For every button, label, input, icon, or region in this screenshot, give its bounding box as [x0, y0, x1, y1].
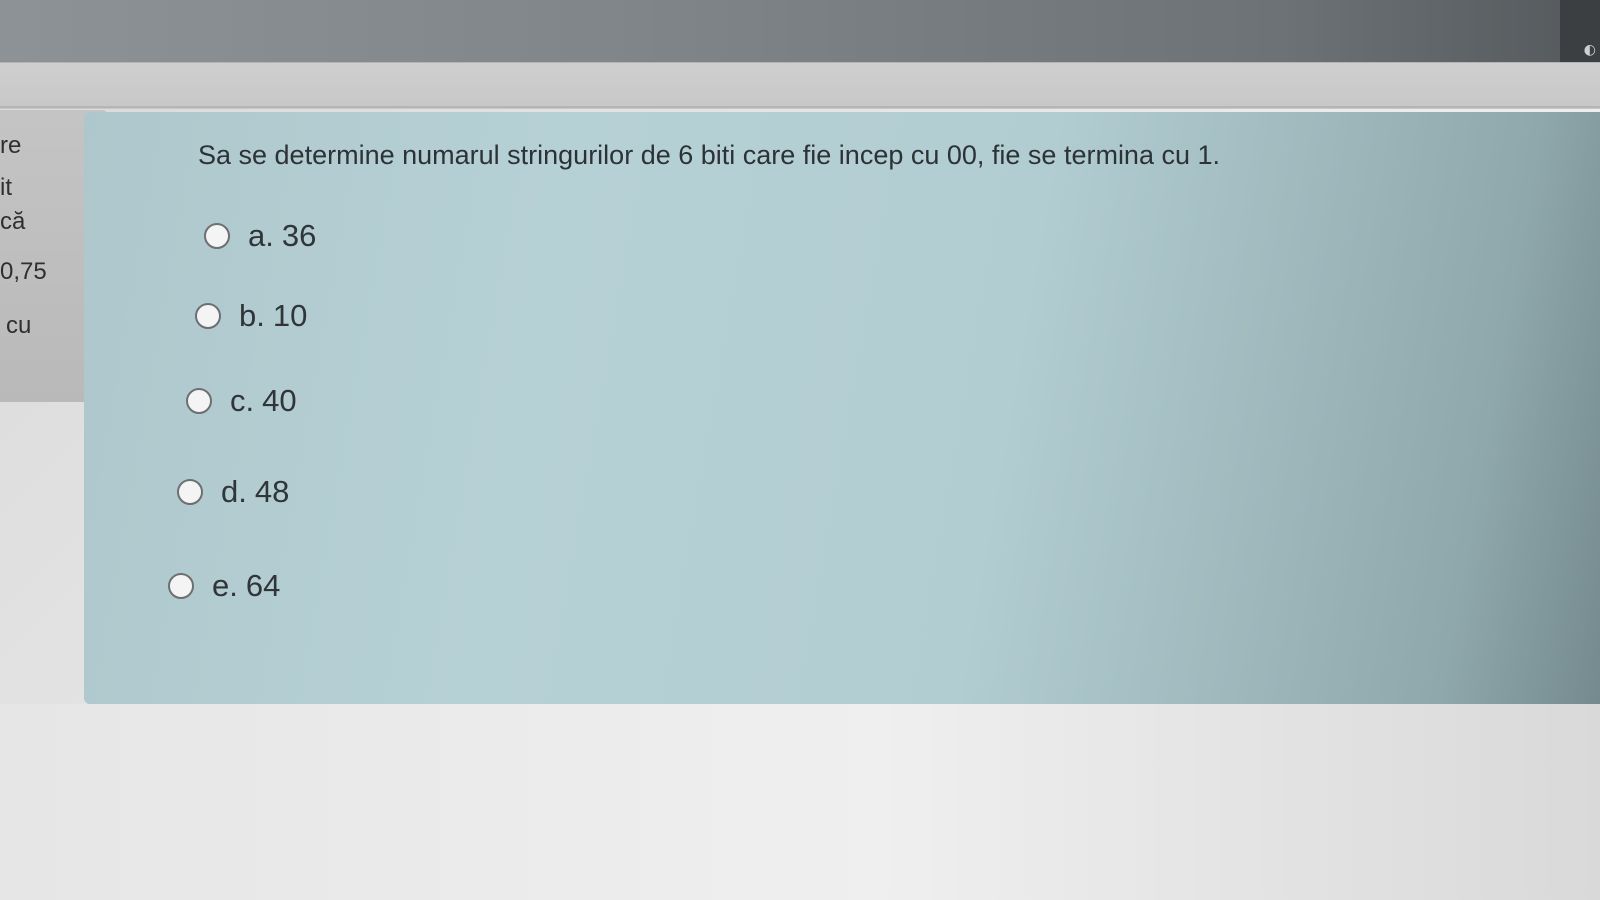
question-points: 0,75 [0, 258, 47, 285]
answer-option-e[interactable]: e. 64 [168, 568, 280, 604]
question-text: Sa se determine numarul stringurilor de … [198, 140, 1221, 170]
top-right-corner: ◐ [1560, 0, 1600, 68]
answer-value: 48 [254, 474, 290, 509]
answer-letter: d. [221, 474, 247, 509]
info-text-line: cu [6, 312, 32, 339]
answer-value: 36 [281, 218, 317, 253]
radio-button-icon[interactable] [177, 479, 203, 505]
question-card: Sa se determine numarul stringurilor de … [84, 112, 1600, 704]
radio-button-icon[interactable] [195, 303, 221, 329]
answer-option-c[interactable]: c. 40 [186, 383, 297, 419]
window-control-icon[interactable]: ◐ [1584, 42, 1596, 58]
answer-value: 10 [272, 298, 308, 333]
info-text-line: re [0, 132, 22, 159]
radio-button-icon[interactable] [168, 573, 194, 599]
answer-letter: c. [230, 383, 255, 418]
answer-value: 40 [262, 383, 297, 418]
answer-option-a[interactable]: a. 36 [204, 218, 316, 254]
answer-option-d[interactable]: d. 48 [177, 474, 289, 510]
page-background-bottom [0, 704, 1600, 900]
answer-letter: e. [212, 568, 238, 603]
radio-button-icon[interactable] [204, 223, 230, 249]
answer-letter: b. [239, 298, 265, 333]
page-header-band [0, 62, 1600, 109]
answer-letter: a. [248, 218, 274, 253]
browser-top-bar [0, 0, 1600, 62]
info-text-line: it [0, 174, 12, 201]
radio-button-icon[interactable] [186, 388, 212, 414]
header-divider [0, 106, 1600, 108]
answer-value: 64 [245, 568, 281, 603]
answer-option-b[interactable]: b. 10 [195, 298, 307, 334]
info-text-line: că [0, 208, 26, 235]
